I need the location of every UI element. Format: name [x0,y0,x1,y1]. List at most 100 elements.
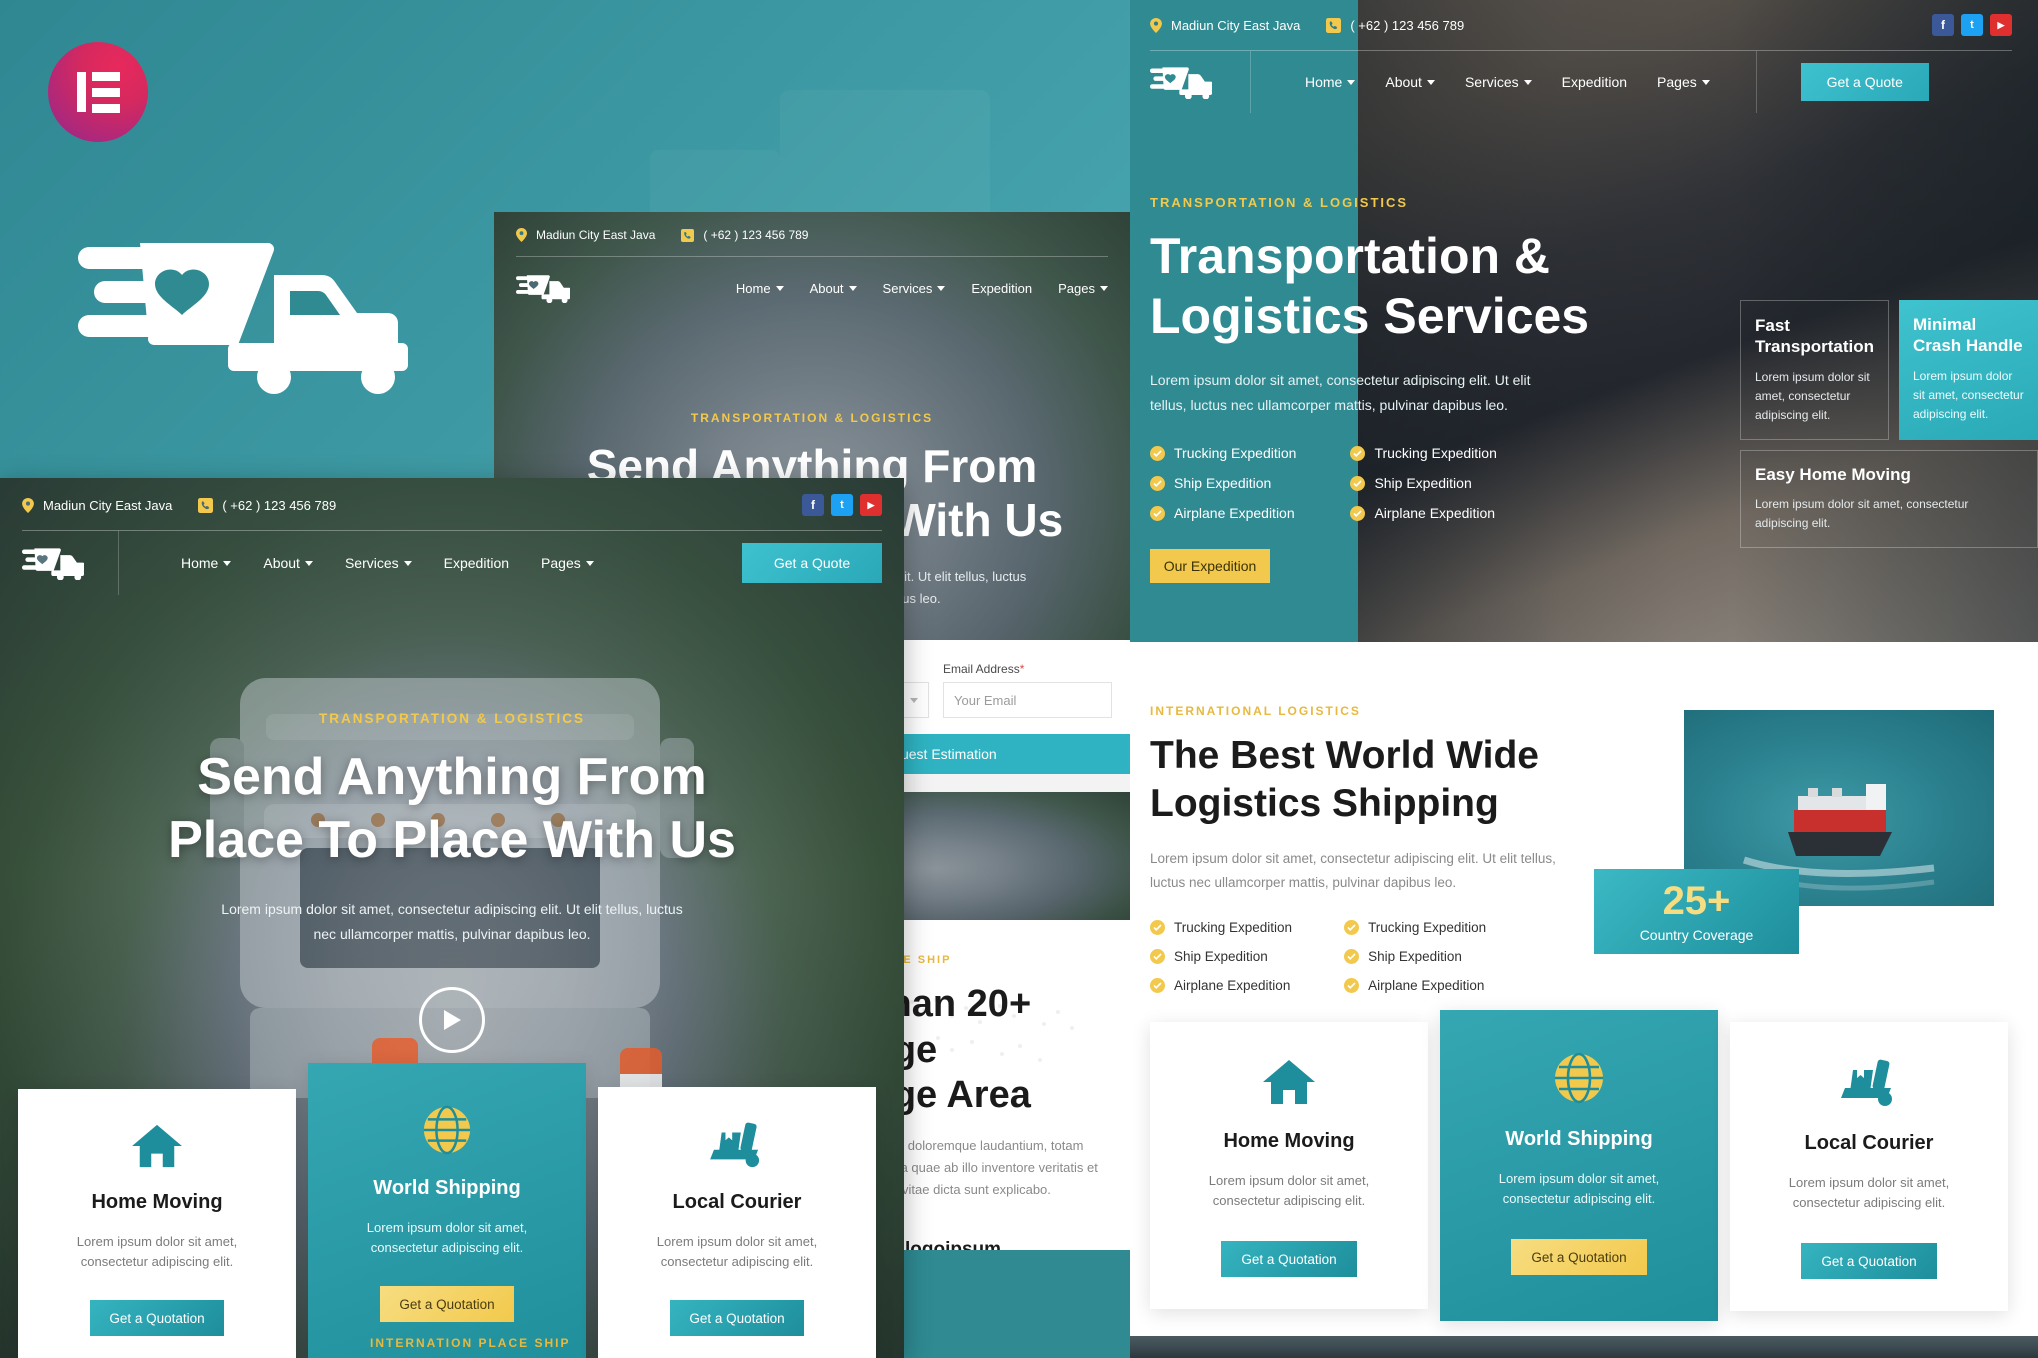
email-field-label: Email Address* [943,662,1025,676]
get-a-quote-button[interactable]: Get a Quote [742,543,882,583]
phone-icon [198,497,214,513]
hero-left-nav-menu[interactable]: Home About Services Expedition Pages [181,555,594,571]
topbar-phone[interactable]: ( +62 ) 123 456 789 [1326,17,1464,33]
twitter-icon[interactable]: t [831,494,853,516]
nav-item-about[interactable]: About [263,555,313,571]
our-expedition-button[interactable]: Our Expedition [1150,549,1270,583]
youtube-icon[interactable]: ▶ [1990,14,2012,36]
chevron-down-icon [1347,79,1356,85]
service-card-desc: Lorem ipsum dolor sit amet, consectetur … [1208,1173,1370,1209]
feature-card-easy-home-moving[interactable]: Easy Home Moving Lorem ipsum dolor sit a… [1740,450,2038,549]
hero-left-paragraph: Lorem ipsum dolor sit amet, consectetur … [221,900,683,943]
feature-card-minimal-crash-handle[interactable]: Minimal Crash Handle Lorem ipsum dolor s… [1899,300,2038,441]
email-field[interactable]: Your Email [943,682,1112,718]
nav-item-expedition[interactable]: Expedition [444,555,509,571]
topbar-location-text: Madiun City East Java [1171,17,1301,33]
preview-small-nav-menu[interactable]: Home About Services Expedition Pages [736,281,1108,296]
get-a-quotation-button[interactable]: Get a Quotation [1511,1239,1647,1276]
topbar-location-text: Madiun City East Java [536,228,656,242]
service-card-local-courier[interactable]: Local Courier Lorem ipsum dolor sit amet… [598,1086,876,1358]
service-card-title: Home Moving [91,1190,223,1213]
service-card-home-moving[interactable]: Home Moving Lorem ipsum dolor sit amet, … [18,1088,296,1358]
topbar-location: Madiun City East Java [1150,17,1301,33]
fast-delivery-truck-logo[interactable] [1150,65,1212,99]
youtube-icon[interactable]: ▶ [860,494,882,516]
play-icon [444,1010,461,1031]
hero-left-navbar: Home About Services Expedition Pages Get… [0,531,904,595]
nav-item-home[interactable]: Home [736,281,784,296]
worldwide-panel[interactable]: INTERNATIONAL LOGISTICS The Best World W… [1130,642,2038,1358]
chevron-down-icon [223,560,232,566]
get-a-quotation-button[interactable]: Get a Quotation [1221,1241,1357,1278]
social-links[interactable]: f t ▶ [802,494,882,516]
topbar-location: Madiun City East Java [516,228,655,242]
facebook-icon[interactable]: f [802,494,824,516]
chevron-down-icon [937,285,946,291]
chevron-down-icon [1426,79,1435,85]
get-a-quotation-button[interactable]: Get a Quotation [90,1300,224,1336]
get-a-quotation-button[interactable]: Get a Quotation [1801,1243,1937,1280]
nav-item-home[interactable]: Home [1305,74,1356,90]
feature-card-title: Easy Home Moving [1755,465,1911,485]
hero-left-title: Send Anything From Place To Place With U… [168,748,736,870]
nav-item-services[interactable]: Services [1465,74,1532,90]
nav-item-expedition[interactable]: Expedition [1562,74,1627,90]
service-card-home-moving[interactable]: Home Moving Lorem ipsum dolor sit amet, … [1150,1022,1428,1310]
facebook-icon[interactable]: f [1932,14,1954,36]
nav-item-services[interactable]: Services [345,555,412,571]
play-button[interactable] [419,987,485,1054]
check-item: Trucking Expedition [1344,920,1486,936]
check-item: Ship Expedition [1344,949,1486,965]
hero-left-topbar: Madiun City East Java ( +62 ) 123 456 78… [0,478,904,516]
check-circle-icon [1350,505,1366,521]
twitter-icon[interactable]: t [1961,14,1983,36]
service-card-title: World Shipping [373,1176,521,1199]
elementor-logo-badge [48,42,148,142]
feature-card-desc: Lorem ipsum dolor sit amet, consectetur … [1755,369,1870,422]
nav-item-pages[interactable]: Pages [1058,281,1108,296]
get-a-quote-button[interactable]: Get a Quote [1800,63,1929,101]
nav-item-about[interactable]: About [1385,74,1435,90]
service-card-desc: Lorem ipsum dolor sit amet, consectetur … [366,1219,528,1255]
hero-right-panel[interactable]: Madiun City East Java ( +62 ) 123 456 78… [1130,0,2038,642]
check-circle-icon [1150,505,1165,521]
hand-truck-icon [1841,1059,1892,1106]
home-icon [132,1124,182,1167]
hero-right-eyebrow: TRANSPORTATION & LOGISTICS [1150,195,1409,210]
map-pin-icon [22,497,34,513]
social-links[interactable]: f t ▶ [1932,14,2012,36]
service-card-world-shipping[interactable]: World Shipping Lorem ipsum dolor sit ame… [308,1062,586,1358]
nav-item-home[interactable]: Home [181,555,232,571]
fast-delivery-truck-logo[interactable] [516,273,570,303]
nav-item-pages[interactable]: Pages [541,555,594,571]
hero-right-title: Transportation & Logistics Services [1150,228,1590,344]
hero-right-checks-col1: Trucking Expedition Ship Expedition Airp… [1150,445,1296,521]
feature-card-desc: Lorem ipsum dolor sit amet, consectetur … [1755,497,1969,531]
hero-left-eyebrow: TRANSPORTATION & LOGISTICS [319,711,585,726]
service-card-title: Local Courier [672,1190,802,1213]
nav-item-expedition[interactable]: Expedition [971,281,1032,296]
nav-item-about[interactable]: About [810,281,857,296]
service-card-local-courier[interactable]: Local Courier Lorem ipsum dolor sit amet… [1730,1022,2008,1312]
globe-icon [423,1105,471,1155]
get-a-quotation-button[interactable]: Get a Quotation [380,1286,514,1322]
topbar-phone[interactable]: ( +62 ) 123 456 789 [198,497,336,513]
fast-delivery-truck-logo[interactable] [22,546,84,580]
get-a-quotation-button[interactable]: Get a Quotation [670,1300,804,1336]
check-item: Trucking Expedition [1350,445,1497,461]
service-card-world-shipping[interactable]: World Shipping Lorem ipsum dolor sit ame… [1440,1010,1718,1322]
check-item: Trucking Expedition [1150,920,1292,936]
feature-card-fast-transportation[interactable]: Fast Transportation Lorem ipsum dolor si… [1740,300,1889,441]
email-field-placeholder: Your Email [954,692,1017,708]
check-item: Airplane Expedition [1344,978,1486,994]
check-circle-icon [1350,475,1366,491]
nav-item-pages[interactable]: Pages [1657,74,1710,90]
nav-item-services[interactable]: Services [883,281,946,296]
map-pin-icon [516,228,527,242]
required-asterisk: * [1019,662,1025,676]
hero-left-panel[interactable]: Madiun City East Java ( +62 ) 123 456 78… [0,478,904,1358]
topbar-phone[interactable]: ( +62 ) 123 456 789 [681,228,808,242]
feature-card-title: Minimal Crash Handle [1913,315,2023,356]
service-card-title: Local Courier [1804,1132,1934,1154]
hero-right-nav-menu[interactable]: Home About Services Expedition Pages [1305,74,1710,90]
